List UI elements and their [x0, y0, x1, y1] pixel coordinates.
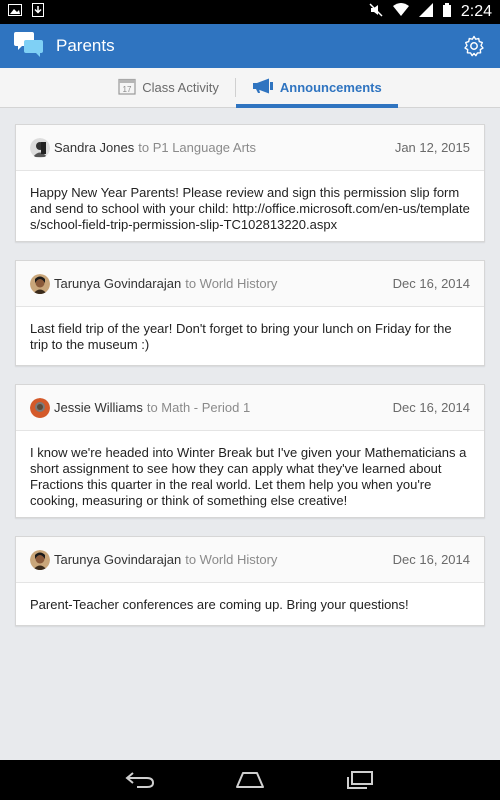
system-nav-bar	[0, 760, 500, 800]
avatar	[30, 137, 50, 158]
announcement-card[interactable]: Tarunya Govindarajan to World History De…	[15, 260, 485, 366]
post-date: Dec 16, 2014	[392, 400, 470, 415]
avatar	[30, 273, 50, 294]
recipient-class: to Math - Period 1	[146, 400, 251, 415]
tab-class-activity[interactable]: 17 Class Activity	[102, 68, 235, 107]
announcement-text: Last field trip of the year! Don't forge…	[30, 321, 452, 352]
image-notification-icon	[8, 3, 22, 21]
announcement-header: Tarunya Govindarajan to World History De…	[16, 261, 484, 307]
download-icon	[32, 2, 44, 22]
home-icon[interactable]	[230, 765, 270, 795]
avatar	[30, 549, 50, 570]
post-date: Dec 16, 2014	[392, 552, 470, 567]
recipient-class: to P1 Language Arts	[138, 140, 257, 155]
wifi-icon	[392, 3, 409, 21]
battery-icon	[442, 2, 451, 22]
chat-bubbles-logo-icon	[14, 30, 44, 63]
announcement-feed: Sandra Jones to P1 Language Arts Jan 12,…	[15, 124, 485, 644]
calendar-day: 17	[123, 85, 132, 94]
tab-announcements[interactable]: Announcements	[235, 68, 398, 108]
avatar	[30, 397, 50, 418]
announcement-header: Sandra Jones to P1 Language Arts Jan 12,…	[16, 125, 484, 171]
announcement-text: I know we're headed into Winter Break bu…	[30, 445, 467, 508]
gear-icon[interactable]	[462, 34, 486, 58]
tab-label: Class Activity	[142, 80, 219, 95]
app-bar: Parents	[0, 24, 500, 68]
announcement-card[interactable]: Tarunya Govindarajan to World History De…	[15, 536, 485, 626]
recipient-class: to World History	[185, 552, 278, 567]
author-name: Sandra Jones	[54, 140, 135, 155]
announcement-header: Tarunya Govindarajan to World History De…	[16, 537, 484, 583]
author-name: Jessie Williams	[54, 400, 143, 415]
announcement-text: Happy New Year Parents! Please review an…	[30, 185, 470, 232]
clock-time: 2:24	[460, 3, 492, 20]
post-date: Jan 12, 2015	[394, 140, 470, 155]
announcement-card[interactable]: Jessie Williams to Math - Period 1 Dec 1…	[15, 384, 485, 518]
announcement-card[interactable]: Sandra Jones to P1 Language Arts Jan 12,…	[15, 124, 485, 242]
app-title: Parents	[56, 36, 115, 55]
signal-icon	[418, 2, 433, 22]
author-name: Tarunya Govindarajan	[54, 552, 182, 567]
status-bar: 2:24	[0, 0, 500, 24]
mute-icon	[369, 2, 383, 22]
calendar-icon: 17	[118, 77, 136, 98]
announcement-header: Jessie Williams to Math - Period 1 Dec 1…	[16, 385, 484, 431]
recipient-class: to World History	[185, 276, 278, 291]
author-name: Tarunya Govindarajan	[54, 276, 182, 291]
recents-icon[interactable]	[340, 765, 380, 795]
post-date: Dec 16, 2014	[392, 276, 470, 291]
megaphone-icon	[252, 78, 274, 97]
back-icon[interactable]	[120, 765, 160, 795]
announcement-text: Parent-Teacher conferences are coming up…	[30, 597, 409, 612]
tab-label: Announcements	[279, 80, 382, 95]
tab-bar: 17 Class Activity Announcements	[0, 68, 500, 108]
